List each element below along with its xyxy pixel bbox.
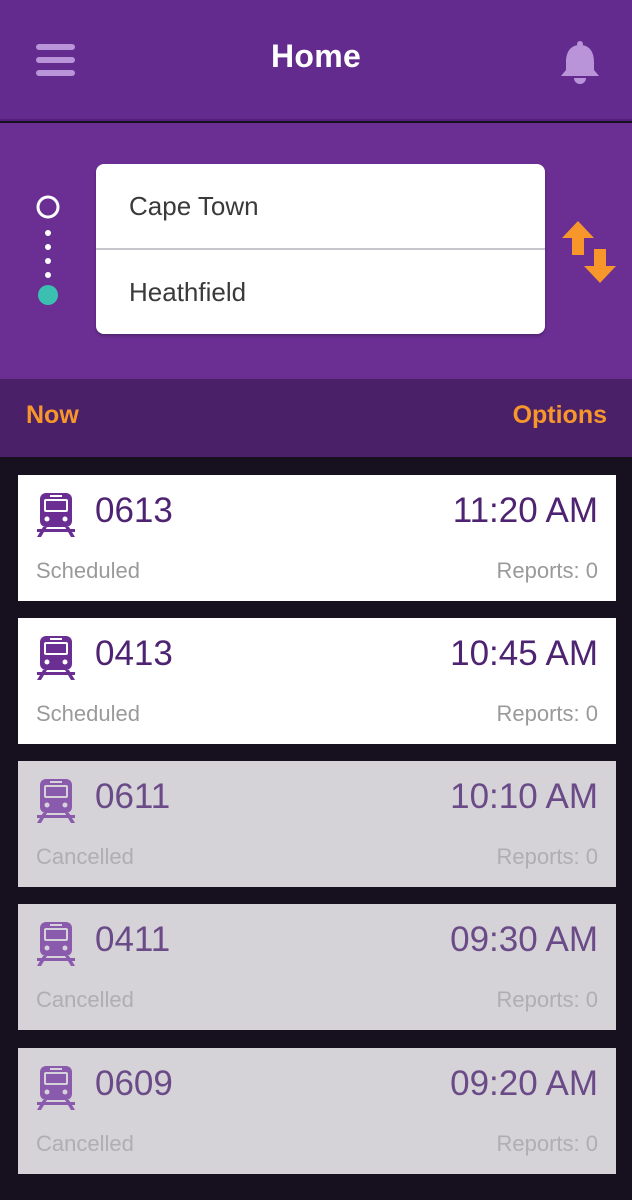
departure-time: 10:10 AM <box>450 777 598 816</box>
trip-status: Cancelled <box>36 844 134 869</box>
swap-arrows-icon[interactable] <box>560 221 618 283</box>
trip-status: Scheduled <box>36 558 140 583</box>
departure-time: 09:30 AM <box>450 920 598 959</box>
trip-status: Scheduled <box>36 701 140 726</box>
trip-status: Cancelled <box>36 987 134 1012</box>
train-number: 0413 <box>95 634 173 673</box>
train-icon <box>37 922 75 966</box>
train-number: 0611 <box>95 777 171 816</box>
train-icon <box>37 1066 75 1110</box>
trip-item[interactable]: 0609 09:20 AM Cancelled Reports: 0 <box>18 1048 616 1174</box>
app-screen: Home Cape Town Heathfield Now Options 06… <box>0 0 632 1200</box>
route-selector: Cape Town Heathfield <box>0 123 632 379</box>
options-button[interactable]: Options <box>513 401 607 430</box>
origin-station-field[interactable]: Cape Town <box>96 164 545 248</box>
train-icon <box>37 636 75 680</box>
options-bar: Now Options <box>0 379 632 457</box>
reports-count: Reports: 0 <box>496 558 599 583</box>
reports-count: Reports: 0 <box>496 987 599 1012</box>
page-title: Home <box>270 38 362 74</box>
now-button[interactable]: Now <box>26 401 79 430</box>
trip-item[interactable]: 0611 10:10 AM Cancelled Reports: 0 <box>18 761 616 887</box>
route-card: Cape Town Heathfield <box>96 164 545 334</box>
train-number: 0411 <box>95 920 171 959</box>
trip-item[interactable]: 0613 11:20 AM Scheduled Reports: 0 <box>18 475 616 601</box>
trip-status: Cancelled <box>36 1131 134 1156</box>
app-bar: Home <box>0 0 632 121</box>
departure-time: 10:45 AM <box>450 634 598 673</box>
departure-time: 09:20 AM <box>450 1064 598 1103</box>
reports-count: Reports: 0 <box>496 844 599 869</box>
route-line-icon <box>36 195 60 305</box>
bell-icon[interactable] <box>558 40 602 86</box>
trip-item[interactable]: 0413 10:45 AM Scheduled Reports: 0 <box>18 618 616 744</box>
train-number: 0613 <box>95 491 173 530</box>
train-number: 0609 <box>95 1064 173 1103</box>
train-icon <box>37 493 75 537</box>
departure-time: 11:20 AM <box>452 491 598 530</box>
train-icon <box>37 779 75 823</box>
reports-count: Reports: 0 <box>496 701 599 726</box>
reports-count: Reports: 0 <box>496 1131 599 1156</box>
destination-station-field[interactable]: Heathfield <box>96 250 545 334</box>
trip-item[interactable]: 0411 09:30 AM Cancelled Reports: 0 <box>18 904 616 1030</box>
